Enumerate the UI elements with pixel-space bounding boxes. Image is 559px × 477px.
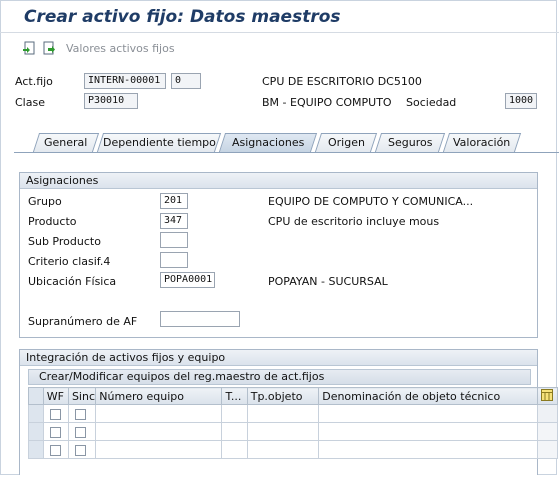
- tab-baseline: [14, 152, 559, 153]
- integracion-subheader: Crear/Modificar equipos del reg.maestro …: [28, 369, 531, 385]
- supranumero-field[interactable]: [160, 311, 240, 327]
- scrollbar-top[interactable]: [536, 404, 559, 423]
- tp-objeto-cell[interactable]: [246, 422, 320, 441]
- t-cell[interactable]: [221, 440, 248, 459]
- wf-checkbox[interactable]: [49, 426, 61, 438]
- t-cell[interactable]: [221, 422, 248, 441]
- sinc-checkbox[interactable]: [74, 426, 86, 438]
- ubicacion-label: Ubicación Física: [28, 275, 117, 288]
- scrollbar-track[interactable]: [536, 440, 559, 459]
- ubicacion-field[interactable]: POPA0001: [160, 272, 215, 288]
- producto-label: Producto: [28, 215, 77, 228]
- clase-description: BM - EQUIPO COMPUTO: [262, 96, 392, 109]
- actfijo-label: Act.fijo: [15, 75, 53, 88]
- producto-field[interactable]: 347: [160, 213, 188, 229]
- numero-equipo-cell[interactable]: [95, 404, 223, 423]
- subproducto-label: Sub Producto: [28, 235, 101, 248]
- new-doc-icon[interactable]: [42, 41, 56, 55]
- denominacion-cell[interactable]: [318, 404, 538, 423]
- page-title: Crear activo fijo: Datos maestros: [24, 7, 341, 27]
- asignaciones-group: Asignaciones Grupo 201 EQUIPO DE COMPUTO…: [19, 172, 538, 338]
- table-row: [28, 440, 559, 459]
- actfijo-field[interactable]: INTERN-00001: [84, 73, 166, 89]
- col-numero-equipo[interactable]: Número equipo: [95, 387, 223, 405]
- col-wf[interactable]: WF: [42, 387, 69, 405]
- table-row: [28, 422, 559, 441]
- subnumber-field[interactable]: 0: [171, 73, 201, 89]
- equipment-table: WF Sinc Número equipo T... Tp.objeto Den…: [28, 387, 559, 459]
- row-selector[interactable]: [28, 422, 44, 441]
- subproducto-field[interactable]: [160, 232, 188, 248]
- tab-asignaciones[interactable]: Asignaciones: [218, 133, 318, 152]
- denominacion-cell[interactable]: [318, 440, 538, 459]
- criterio-label: Criterio clasif.4: [28, 255, 111, 268]
- table-row: [28, 404, 559, 423]
- tab-general[interactable]: General: [32, 133, 100, 152]
- wf-checkbox[interactable]: [49, 444, 61, 456]
- t-cell[interactable]: [221, 404, 248, 423]
- valores-activos-button[interactable]: Valores activos fijos: [66, 42, 175, 55]
- tab-dependiente-tiempo[interactable]: Dependiente tiempo: [96, 133, 222, 152]
- criterio-field[interactable]: [160, 252, 188, 268]
- asignaciones-header: Asignaciones: [20, 173, 537, 189]
- asset-description: CPU DE ESCRITORIO DC5100: [262, 75, 422, 88]
- tab-valoracion[interactable]: Valoración: [442, 133, 522, 152]
- grupo-description: EQUIPO DE COMPUTO Y COMUNICA...: [268, 195, 474, 208]
- supranumero-label: Supranúmero de AF: [28, 315, 138, 328]
- col-tp-objeto[interactable]: Tp.objeto: [246, 387, 320, 405]
- clase-label: Clase: [15, 96, 45, 109]
- row-selector-header[interactable]: [28, 387, 44, 405]
- row-selector[interactable]: [28, 404, 44, 423]
- application-toolbar: Valores activos fijos: [0, 38, 559, 60]
- integracion-header: Integración de activos fijos y equipo: [20, 350, 537, 366]
- scrollbar-track[interactable]: [536, 422, 559, 441]
- sinc-checkbox[interactable]: [74, 444, 86, 456]
- clase-field[interactable]: P30010: [84, 93, 138, 109]
- numero-equipo-cell[interactable]: [95, 440, 223, 459]
- refresh-doc-icon[interactable]: [22, 41, 36, 55]
- integracion-group: Integración de activos fijos y equipo Cr…: [19, 349, 559, 475]
- tp-objeto-cell[interactable]: [246, 404, 320, 423]
- denominacion-cell[interactable]: [318, 422, 538, 441]
- sinc-checkbox[interactable]: [74, 408, 86, 420]
- numero-equipo-cell[interactable]: [95, 422, 223, 441]
- row-selector[interactable]: [28, 440, 44, 459]
- grupo-field[interactable]: 201: [160, 193, 188, 209]
- sociedad-label: Sociedad: [406, 96, 457, 109]
- tab-seguros[interactable]: Seguros: [374, 133, 446, 152]
- grupo-label: Grupo: [28, 195, 62, 208]
- col-t[interactable]: T...: [221, 387, 248, 405]
- col-denominacion[interactable]: Denominación de objeto técnico: [318, 387, 538, 405]
- wf-checkbox[interactable]: [49, 408, 61, 420]
- tab-origen[interactable]: Origen: [314, 133, 378, 152]
- sociedad-field[interactable]: 1000: [505, 93, 537, 109]
- tp-objeto-cell[interactable]: [246, 440, 320, 459]
- col-sinc[interactable]: Sinc: [67, 387, 97, 405]
- producto-description: CPU de escritorio incluye mous: [268, 215, 440, 228]
- title-divider: [0, 32, 559, 33]
- ubicacion-description: POPAYAN - SUCURSAL: [268, 275, 388, 288]
- table-settings-icon[interactable]: [536, 387, 559, 405]
